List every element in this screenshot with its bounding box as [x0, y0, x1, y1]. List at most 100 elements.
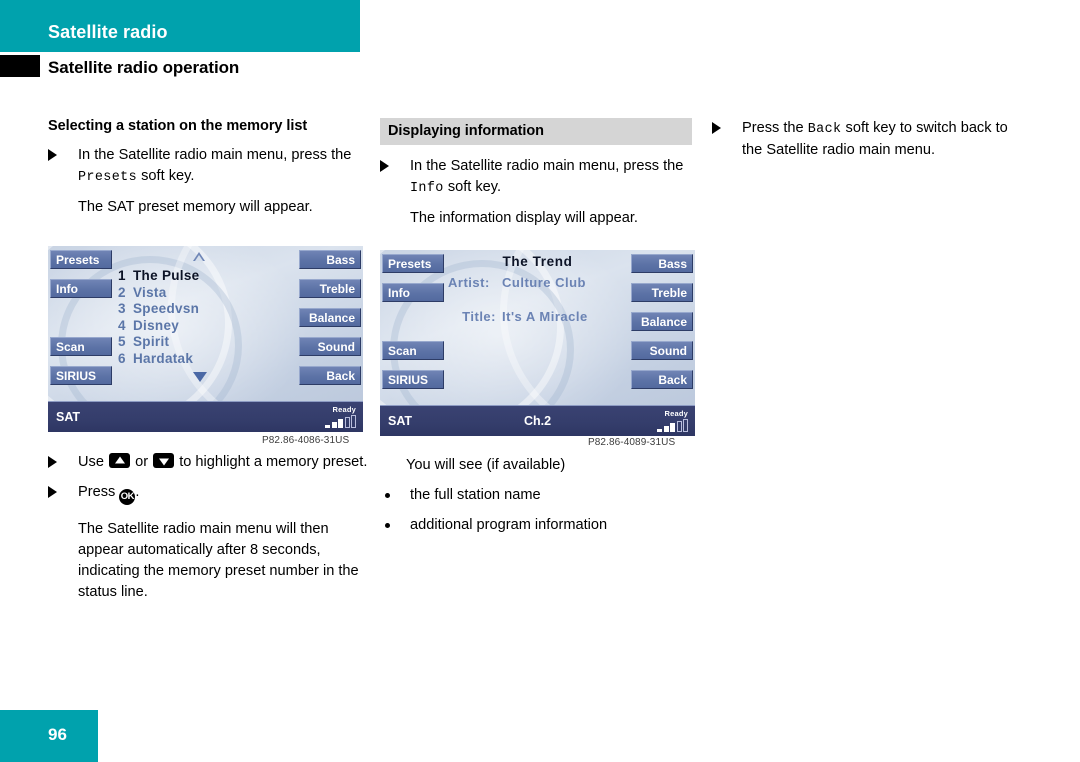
preset-list-item[interactable]: 5 Spirit: [118, 334, 293, 351]
step-press-back: Press the Back soft key to switch back t…: [712, 118, 1024, 161]
step-text-b: or: [135, 454, 149, 470]
title-label: Title:: [462, 309, 496, 324]
preset-name: Vista: [133, 284, 167, 300]
dot-bullet-icon: [385, 493, 390, 498]
step-press-presets: In the Satellite radio main menu, press …: [48, 145, 360, 188]
you-will-see-intro: You will see (if available): [406, 457, 566, 473]
signal-indicator: Ready: [632, 409, 688, 432]
preset-number: 4: [118, 317, 126, 333]
column-two: Displaying information In the Satellite …: [380, 118, 692, 238]
radio-display-information: Presets Info Scan SIRIUS Bass Treble Bal…: [380, 250, 695, 436]
page-number: 96: [48, 725, 67, 744]
signal-indicator: Ready: [300, 405, 356, 428]
step-text-b: the: [331, 147, 352, 163]
softkey-sirius[interactable]: SIRIUS: [50, 366, 112, 385]
softkey-bass[interactable]: Bass: [631, 254, 693, 273]
triangle-bullet-icon: [48, 149, 57, 161]
subsection-heading-memory-list: Selecting a station on the memory list: [48, 118, 308, 134]
arrow-up-key-icon: [109, 453, 131, 468]
step-text-b: the: [663, 158, 684, 174]
title-row: Title: It's A Miracle: [448, 309, 633, 324]
preset-name: Speedvsn: [133, 301, 200, 316]
softkey-sound[interactable]: Sound: [631, 341, 693, 360]
softkey-name-info: Info: [410, 181, 444, 196]
result-main-menu-auto-return: The Satellite radio main menu will then …: [78, 521, 359, 600]
status-ready-label: Ready: [332, 405, 356, 414]
status-ready-label: Ready: [664, 409, 688, 418]
scroll-down-icon[interactable]: [193, 372, 207, 382]
signal-bars-icon: [632, 419, 688, 432]
section-title: Satellite radio operation: [48, 58, 240, 77]
result-information-display: The information display will appear.: [410, 210, 638, 226]
step-press-ok: Press OK.: [48, 482, 368, 505]
preset-list-item[interactable]: 2 Vista: [118, 285, 293, 302]
title-value: It's A Miracle: [502, 309, 588, 324]
step-use-arrow-keys: Use or to highlight a memory preset.: [48, 452, 368, 473]
scroll-up-icon[interactable]: [193, 252, 205, 261]
softkey-scan[interactable]: Scan: [382, 341, 444, 360]
step-text-a: Press the: [742, 120, 804, 136]
softkey-info[interactable]: Info: [50, 279, 112, 298]
step-text-a: In the Satellite radio main menu, press: [78, 147, 328, 163]
station-name: The Trend: [502, 254, 573, 269]
step-text-d: preset.: [322, 454, 368, 470]
triangle-bullet-icon: [48, 456, 57, 468]
step-text-a: In the Satellite radio main menu, press: [410, 158, 660, 174]
signal-bars-icon: [300, 415, 356, 428]
preset-name: Hardatak: [133, 350, 194, 366]
preset-number: 3: [118, 301, 126, 316]
step-text-a: Press: [78, 484, 116, 500]
column-three: Press the Back soft key to switch back t…: [712, 118, 1024, 170]
preset-name: The Pulse: [133, 268, 200, 283]
artist-label: Artist:: [448, 275, 490, 290]
preset-number: 1: [118, 268, 126, 283]
page-title: Satellite radio: [48, 22, 168, 42]
softkey-back[interactable]: Back: [631, 370, 693, 389]
step-text-b: soft key to switch back: [845, 120, 992, 136]
figure-caption-information: P82.86-4089-31US: [588, 437, 676, 448]
softkey-back[interactable]: Back: [299, 366, 361, 385]
softkey-presets[interactable]: Presets: [50, 250, 112, 269]
arrow-down-key-icon: [153, 453, 175, 468]
softkey-info[interactable]: Info: [382, 283, 444, 302]
preset-name: Disney: [133, 317, 180, 333]
softkey-presets[interactable]: Presets: [382, 254, 444, 273]
preset-number: 2: [118, 284, 126, 300]
status-source-label: SAT: [56, 410, 81, 424]
triangle-bullet-icon: [712, 122, 721, 134]
list-item-label: additional program information: [410, 517, 608, 533]
preset-name: Spirit: [133, 334, 170, 349]
preset-list-item[interactable]: 3 Speedvsn: [118, 301, 293, 318]
softkey-sound[interactable]: Sound: [299, 337, 361, 356]
result-sat-preset-memory: The SAT preset memory will appear.: [78, 199, 313, 215]
step-press-info: In the Satellite radio main menu, press …: [380, 156, 692, 199]
preset-list-item[interactable]: 4 Disney: [118, 318, 293, 335]
list-item-station-name: the full station name: [380, 485, 700, 506]
list-item-program-info: additional program information: [380, 515, 700, 536]
softkey-treble[interactable]: Treble: [299, 279, 361, 298]
step-text-a: Use: [78, 454, 104, 470]
preset-list-item[interactable]: 6 Hardatak: [118, 351, 293, 368]
artist-row: Artist: Culture Club: [448, 275, 633, 290]
radio-display-preset-list: Presets Info Scan SIRIUS Bass Treble Bal…: [48, 246, 363, 432]
step-text-c: to highlight a memory: [179, 454, 319, 470]
ok-key-icon: OK: [119, 489, 136, 505]
artist-value: Culture Club: [502, 275, 586, 290]
preset-list: 1 The Pulse 2 Vista 3 Speedvsn 4 Disney …: [118, 268, 293, 367]
preset-list-item[interactable]: 1 The Pulse: [118, 268, 293, 285]
softkey-bass[interactable]: Bass: [299, 250, 361, 269]
column-one-lower: Use or to highlight a memory preset. Pre…: [48, 452, 368, 612]
softkey-name-presets: Presets: [78, 170, 138, 185]
preset-number: 5: [118, 334, 126, 349]
display-status-bar: SAT Ready: [48, 401, 363, 432]
column-two-lower: You will see (if available) the full sta…: [380, 455, 700, 545]
softkey-balance[interactable]: Balance: [631, 312, 693, 331]
softkey-treble[interactable]: Treble: [631, 283, 693, 302]
softkey-scan[interactable]: Scan: [50, 337, 112, 356]
step-text-b: .: [135, 484, 140, 500]
column-one: Selecting a station on the memory list I…: [48, 118, 360, 227]
softkey-sirius[interactable]: SIRIUS: [382, 370, 444, 389]
step-text-c: soft key.: [141, 168, 195, 184]
softkey-name-back: Back: [807, 122, 842, 137]
softkey-balance[interactable]: Balance: [299, 308, 361, 327]
